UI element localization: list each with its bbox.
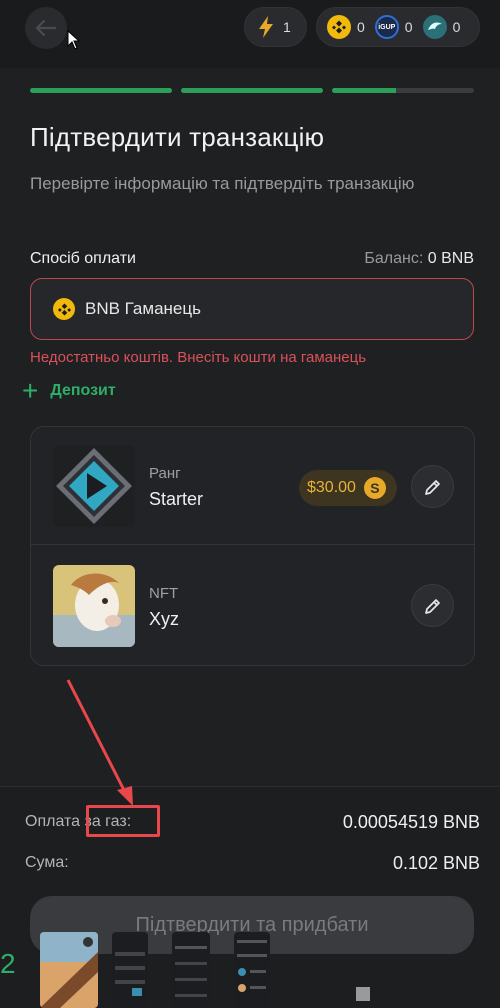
stop-icon[interactable] bbox=[356, 987, 370, 1001]
window-thumbnail[interactable] bbox=[112, 932, 148, 1008]
workspace-number: 2 bbox=[0, 948, 16, 979]
annotation-arrow bbox=[66, 679, 133, 806]
window-thumbnail[interactable] bbox=[172, 932, 210, 1008]
annotation-highlight-box bbox=[86, 805, 160, 837]
window-thumbnail[interactable] bbox=[234, 932, 270, 1008]
window-thumbnail[interactable] bbox=[40, 932, 98, 1008]
